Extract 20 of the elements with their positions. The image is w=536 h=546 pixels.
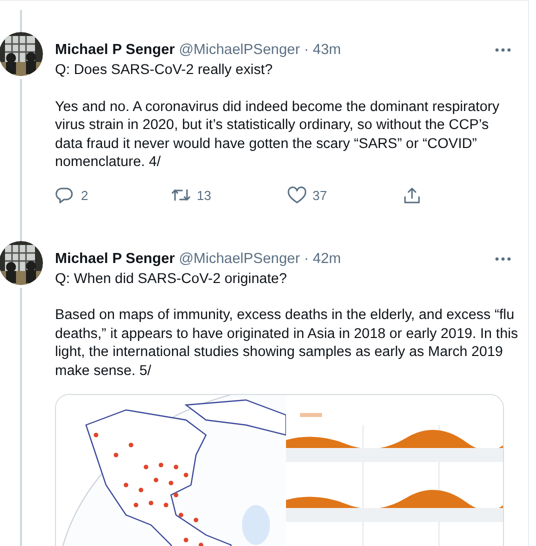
tweet-text: Yes and no. A coronavirus did indeed become the dominant respiratory virus strain in 2020, but it’s statistically ordinary, so without the CCP’s data fraud it never would have gotten the scary “SARS” or “COVID” nomenclature. 4/ xyxy=(55,98,500,172)
author-name[interactable]: Michael P Senger xyxy=(55,250,175,268)
share-icon[interactable] xyxy=(402,186,422,204)
separator-dot: · xyxy=(304,41,309,59)
more-icon[interactable] xyxy=(494,256,512,262)
author-handle[interactable]: @MichaelPSenger xyxy=(178,250,300,268)
action-count: 2 xyxy=(81,188,88,202)
tweet-text: Q: When did SARS-CoV-2 originate? xyxy=(55,270,288,288)
author-handle[interactable]: @MichaelPSenger xyxy=(178,41,300,59)
tweet-text: Q: Does SARS-CoV-2 really exist? xyxy=(55,61,274,80)
heart-icon[interactable] xyxy=(286,186,306,204)
tweet-text: Based on maps of immunity, excess deaths in the elderly, and excess “flu deaths,” it appears to have originated in Asia in 2018 or early 2019. In this light, the international studies showing samples as early as March 2019 make sense. 5/ xyxy=(55,306,518,380)
author-name[interactable]: Michael P Senger xyxy=(55,41,175,59)
tweet-time[interactable]: 43m xyxy=(312,41,341,59)
action-count: 13 xyxy=(196,188,212,202)
more-icon[interactable] xyxy=(494,47,512,53)
tweet-time[interactable]: 42m xyxy=(312,250,341,268)
action-count: 37 xyxy=(312,188,327,202)
reply-icon[interactable] xyxy=(55,186,75,204)
separator-dot: · xyxy=(304,250,309,268)
